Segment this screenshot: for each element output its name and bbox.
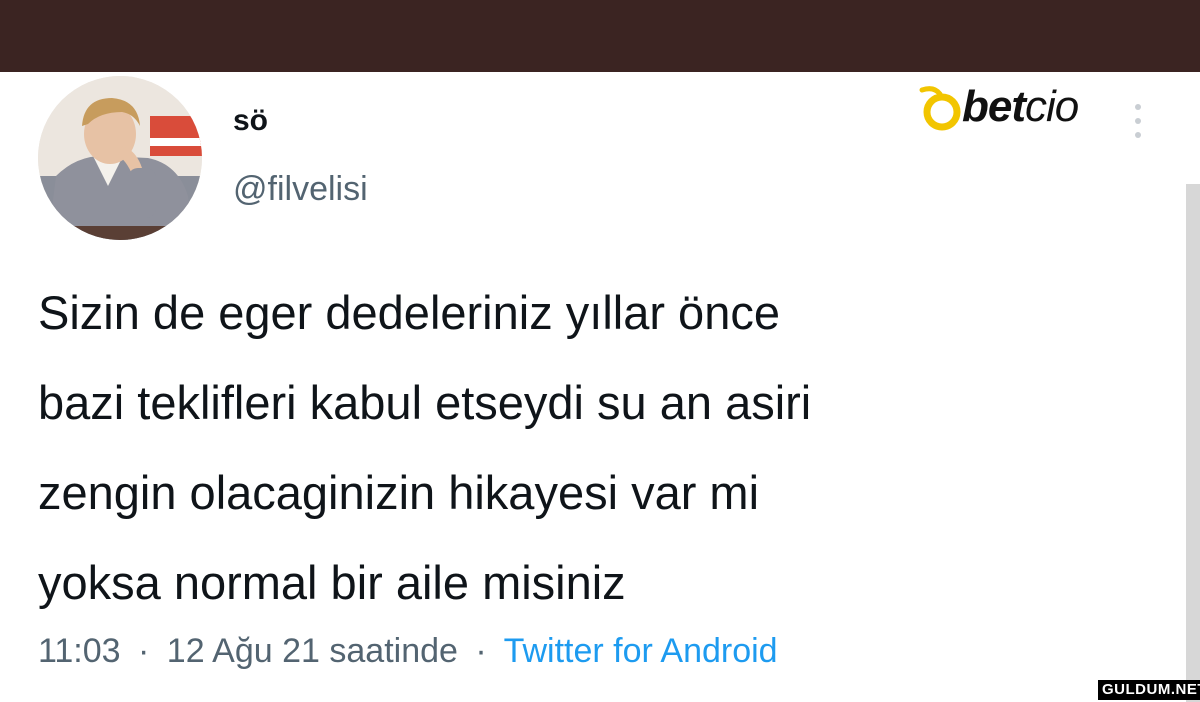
display-name[interactable]: sö xyxy=(233,104,268,138)
meta-separator: · xyxy=(138,632,150,670)
tweet-line: zengin olacaginizin hikayesi var mi xyxy=(38,466,760,519)
brand-mark-icon xyxy=(919,86,961,131)
avatar[interactable] xyxy=(38,76,202,240)
top-bar xyxy=(0,0,1200,72)
tweet-card: sö @filvelisi betcio Sizin de eger dedel… xyxy=(0,72,1200,702)
avatar-image xyxy=(38,76,202,240)
tweet-date[interactable]: 12 Ağu 21 saatinde xyxy=(167,632,458,670)
tweet-meta: 11:03 · 12 Ağu 21 saatinde · Twitter for… xyxy=(38,632,778,671)
tweet-text: Sizin de eger dedeleriniz yıllar önce ba… xyxy=(38,268,1148,628)
scrollbar[interactable] xyxy=(1186,184,1200,702)
tweet-line: bazi teklifleri kabul etseydi su an asir… xyxy=(38,376,812,429)
tweet-line: Sizin de eger dedeleriniz yıllar önce xyxy=(38,286,780,339)
meta-separator: · xyxy=(475,632,487,670)
tweet-source-link[interactable]: Twitter for Android xyxy=(504,632,778,670)
brand-name-light: cio xyxy=(1025,82,1079,131)
brand-name: betcio xyxy=(962,82,1079,132)
tweet-time[interactable]: 11:03 xyxy=(38,632,121,670)
tweet-line: yoksa normal bir aile misiniz xyxy=(38,556,626,609)
brand-logo: betcio xyxy=(914,82,1079,132)
user-handle[interactable]: @filvelisi xyxy=(233,170,368,209)
more-vertical-icon[interactable] xyxy=(1126,98,1150,144)
brand-name-bold: bet xyxy=(962,82,1026,131)
site-watermark: GULDUM.NET xyxy=(1098,680,1200,700)
